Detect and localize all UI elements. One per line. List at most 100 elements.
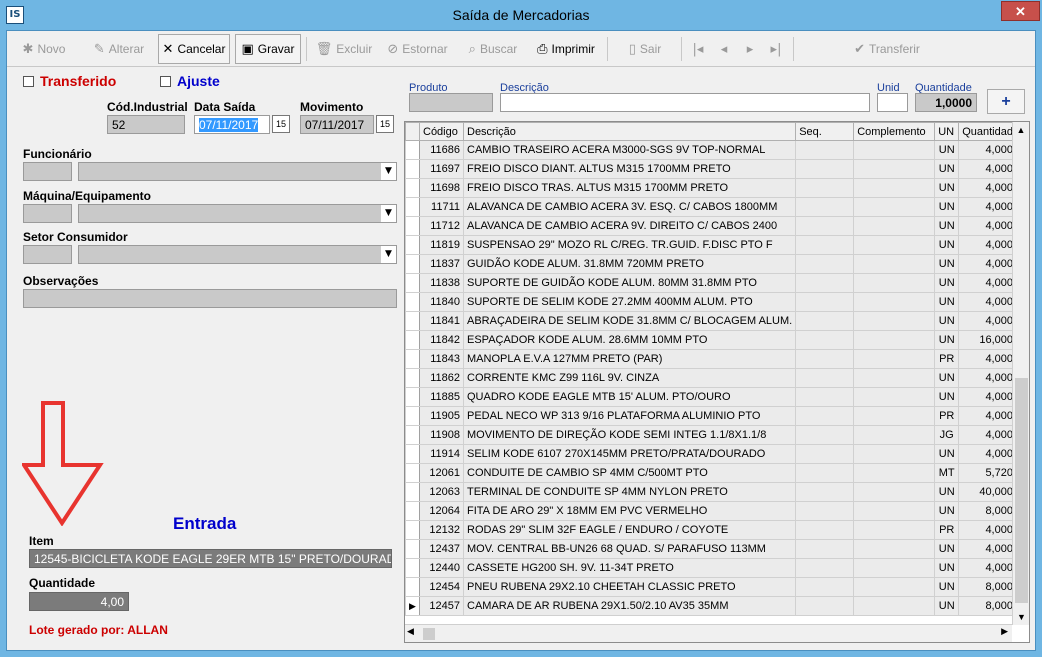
- buscar-button[interactable]: ⌕ Buscar: [459, 34, 527, 64]
- table-cell[interactable]: GUIDÃO KODE ALUM. 31.8MM 720MM PRETO: [462, 254, 797, 274]
- row-selector[interactable]: [405, 178, 420, 198]
- table-cell[interactable]: [795, 254, 855, 274]
- table-cell[interactable]: [853, 463, 936, 483]
- entry-quantidade-field[interactable]: 1,0000: [915, 93, 977, 112]
- table-cell[interactable]: [853, 159, 936, 179]
- row-selector[interactable]: [405, 330, 420, 350]
- row-selector[interactable]: [405, 501, 420, 521]
- row-selector[interactable]: [405, 216, 420, 236]
- column-header[interactable]: Descrição: [462, 122, 797, 141]
- transferido-checkbox[interactable]: Transferido: [23, 73, 116, 89]
- table-cell[interactable]: PNEU RUBENA 29X2.10 CHEETAH CLASSIC PRET…: [462, 577, 797, 597]
- row-selector[interactable]: [405, 463, 420, 483]
- table-cell[interactable]: MANOPLA E.V.A 127MM PRETO (PAR): [462, 349, 797, 369]
- table-cell[interactable]: [795, 178, 855, 198]
- table-cell[interactable]: [795, 425, 855, 445]
- funcionario-select[interactable]: ▼: [78, 162, 397, 181]
- table-cell[interactable]: [795, 159, 855, 179]
- prev-record-button[interactable]: ◂: [713, 34, 735, 64]
- table-cell[interactable]: PR: [934, 520, 960, 540]
- table-cell[interactable]: UN: [934, 330, 960, 350]
- table-cell[interactable]: UN: [934, 159, 960, 179]
- table-cell[interactable]: [795, 577, 855, 597]
- table-cell[interactable]: SELIM KODE 6107 270X145MM PRETO/PRATA/DO…: [462, 444, 797, 464]
- chevron-down-icon[interactable]: ▼: [380, 205, 396, 222]
- table-row[interactable]: 11837 GUIDÃO KODE ALUM. 31.8MM 720MM PRET…: [405, 254, 1024, 274]
- table-cell[interactable]: 11843: [419, 349, 464, 369]
- table-cell[interactable]: UN: [934, 577, 960, 597]
- row-selector[interactable]: [405, 425, 420, 445]
- table-cell[interactable]: 11711: [419, 197, 464, 217]
- chevron-down-icon[interactable]: ▼: [380, 246, 396, 263]
- table-cell[interactable]: [853, 501, 936, 521]
- table-cell[interactable]: [853, 558, 936, 578]
- table-cell[interactable]: [795, 596, 855, 616]
- table-row[interactable]: 11838 SUPORTE DE GUIDÃO KODE ALUM. 80MM 3…: [405, 273, 1024, 293]
- table-cell[interactable]: [795, 558, 855, 578]
- table-cell[interactable]: 11837: [419, 254, 464, 274]
- table-cell[interactable]: CORRENTE KMC Z99 116L 9V. CINZA: [462, 368, 797, 388]
- table-cell[interactable]: [853, 406, 936, 426]
- excluir-button[interactable]: 🗑 Excluir: [312, 34, 376, 64]
- close-button[interactable]: ✕: [1001, 1, 1040, 21]
- table-cell[interactable]: FREIO DISCO DIANT. ALTUS M315 1700MM PRE…: [462, 159, 797, 179]
- table-cell[interactable]: [853, 140, 936, 160]
- table-cell[interactable]: CASSETE HG200 SH. 9V. 11-34T PRETO: [462, 558, 797, 578]
- maquina-code-field[interactable]: [23, 204, 72, 223]
- table-cell[interactable]: [853, 539, 936, 559]
- table-cell[interactable]: 12454: [419, 577, 464, 597]
- table-row[interactable]: 12437 MOV. CENTRAL BB-UN26 68 QUAD. S/ PA…: [405, 539, 1024, 559]
- row-selector[interactable]: [405, 539, 420, 559]
- table-cell[interactable]: 11819: [419, 235, 464, 255]
- row-selector[interactable]: [405, 349, 420, 369]
- table-cell[interactable]: 11838: [419, 273, 464, 293]
- transferir-button[interactable]: ✔ Transferir: [837, 34, 937, 64]
- scroll-thumb[interactable]: [423, 628, 435, 640]
- setor-code-field[interactable]: [23, 245, 72, 264]
- table-cell[interactable]: [795, 387, 855, 407]
- table-cell[interactable]: [795, 216, 855, 236]
- table-cell[interactable]: 11698: [419, 178, 464, 198]
- unid-field[interactable]: [877, 93, 908, 112]
- table-row[interactable]: 11819 SUSPENSAO 29" MOZO RL C/REG. TR.GUI…: [405, 235, 1024, 255]
- row-selector[interactable]: ▶: [405, 596, 420, 616]
- table-cell[interactable]: UN: [934, 254, 960, 274]
- table-cell[interactable]: UN: [934, 368, 960, 388]
- table-cell[interactable]: 12440: [419, 558, 464, 578]
- row-selector[interactable]: [405, 520, 420, 540]
- table-cell[interactable]: [795, 235, 855, 255]
- data-saida-field[interactable]: 07/11/2017: [194, 115, 270, 134]
- table-cell[interactable]: 12457: [419, 596, 464, 616]
- table-cell[interactable]: [853, 273, 936, 293]
- table-cell[interactable]: [795, 311, 855, 331]
- table-cell[interactable]: [853, 311, 936, 331]
- table-cell[interactable]: JG: [934, 425, 960, 445]
- table-cell[interactable]: UN: [934, 482, 960, 502]
- table-cell[interactable]: 11686: [419, 140, 464, 160]
- alterar-button[interactable]: ✎ Alterar: [83, 34, 155, 64]
- table-cell[interactable]: [795, 501, 855, 521]
- ajuste-checkbox[interactable]: Ajuste: [160, 73, 220, 89]
- scroll-right-icon[interactable]: ▶: [1001, 626, 1008, 637]
- table-cell[interactable]: UN: [934, 178, 960, 198]
- table-cell[interactable]: 11885: [419, 387, 464, 407]
- table-cell[interactable]: UN: [934, 292, 960, 312]
- table-row[interactable]: 12063 TERMINAL DE CONDUITE SP 4MM NYLON P…: [405, 482, 1024, 502]
- table-row[interactable]: 12440 CASSETE HG200 SH. 9V. 11-34T PRETO U…: [405, 558, 1024, 578]
- table-cell[interactable]: TERMINAL DE CONDUITE SP 4MM NYLON PRETO: [462, 482, 797, 502]
- table-row[interactable]: 11712 ALAVANCA DE CAMBIO ACERA 9V. DIREIT…: [405, 216, 1024, 236]
- table-cell[interactable]: UN: [934, 140, 960, 160]
- table-cell[interactable]: UN: [934, 501, 960, 521]
- table-cell[interactable]: 11842: [419, 330, 464, 350]
- table-cell[interactable]: [795, 539, 855, 559]
- row-selector[interactable]: [405, 140, 420, 160]
- table-cell[interactable]: 11914: [419, 444, 464, 464]
- table-row[interactable]: 11885 QUADRO KODE EAGLE MTB 15' ALUM. PTO…: [405, 387, 1024, 407]
- table-cell[interactable]: ALAVANCA DE CAMBIO ACERA 3V. ESQ. C/ CAB…: [462, 197, 797, 217]
- table-cell[interactable]: UN: [934, 444, 960, 464]
- scroll-left-icon[interactable]: ◀: [407, 626, 414, 637]
- observacoes-field[interactable]: [23, 289, 397, 308]
- table-cell[interactable]: [795, 349, 855, 369]
- vertical-scrollbar[interactable]: ▲ ▼: [1012, 122, 1029, 625]
- table-cell[interactable]: [795, 140, 855, 160]
